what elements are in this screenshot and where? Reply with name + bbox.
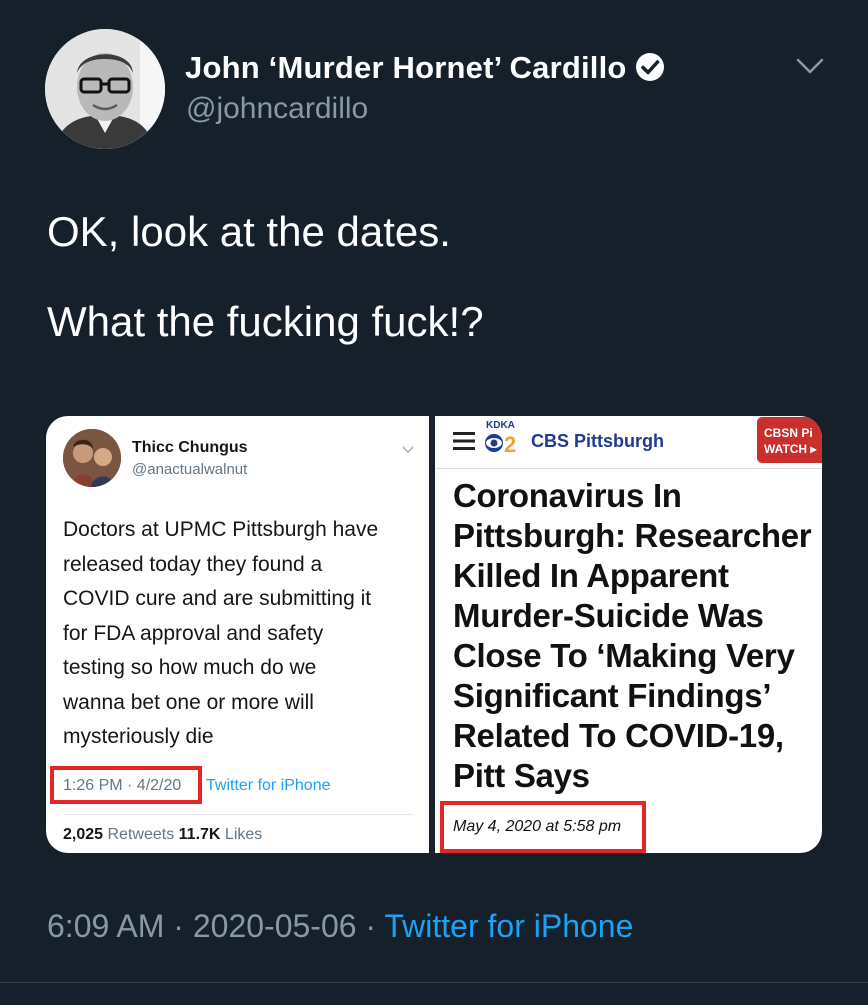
tweet-text-line: OK, look at the dates.: [47, 208, 451, 255]
hamburger-menu-icon: [453, 431, 475, 451]
divider: [0, 982, 868, 983]
embedded-text-line: COVID cure and are submitting it: [63, 587, 372, 610]
headline-line: Coronavirus In: [453, 477, 682, 514]
retweet-count: 2,025: [63, 826, 104, 843]
author-avatar[interactable]: [45, 29, 165, 149]
embedded-avatar: [63, 429, 121, 487]
headline-line: Pitt Says: [453, 757, 590, 794]
author-display-name[interactable]: John ‘Murder Hornet’ Cardillo: [185, 50, 627, 85]
tweet-meta: 6:09 AM · 2020-05-06 · Twitter for iPhon…: [47, 908, 633, 945]
author-photo: [45, 29, 165, 149]
headline-line: Murder-Suicide Was: [453, 597, 764, 634]
tweet-time[interactable]: 6:09 AM: [47, 908, 164, 944]
embedded-handle: @anactualwalnut: [132, 461, 248, 478]
headline-line: Related To COVID-19,: [453, 717, 784, 754]
embedded-stats: 2,025 Retweets 11.7K Likes: [63, 826, 262, 844]
retweet-label: Retweets: [107, 826, 175, 843]
cbsn-watch-button[interactable]: CBSN Pi WATCH ▸: [757, 417, 822, 463]
embedded-tweet-text: Doctors at UPMC Pittsburgh have released…: [63, 513, 415, 755]
embedded-text-line: wanna bet one or more will: [63, 690, 314, 714]
embedded-text-line: for FDA approval and safety: [63, 621, 324, 645]
station-number-text: 2: [504, 432, 516, 456]
headline-line: Close To ‘Making Very: [453, 637, 795, 674]
highlight-box: [440, 801, 646, 853]
embedded-text-line: released today they found a: [63, 552, 323, 576]
meta-separator: ·: [356, 908, 385, 944]
headline-line: Significant Findings’: [453, 677, 772, 714]
embedded-source: Twitter for iPhone: [206, 777, 331, 794]
tweet-source-link[interactable]: Twitter for iPhone: [384, 908, 633, 944]
brand-name: CBS Pittsburgh: [531, 431, 664, 451]
media-image-embedded-tweet[interactable]: Thicc Chungus @anactualwalnut Doctors at…: [46, 416, 429, 853]
kdka-logo-icon: KDKA 2: [483, 418, 528, 457]
headline-line: Killed In Apparent: [453, 557, 729, 594]
embedded-text-line: Doctors at UPMC Pittsburgh have: [63, 518, 379, 541]
media-image-news-article[interactable]: KDKA 2 CBS Pittsburgh CBSN Pi WATCH ▸ Co…: [435, 416, 822, 853]
chevron-down-icon: [796, 58, 824, 74]
tweet-text-line: What the fucking fuck!?: [47, 298, 484, 345]
cbsn-button-line: CBSN Pi: [764, 426, 813, 440]
article-headline: Coronavirus In Pittsburgh: Researcher Ki…: [453, 476, 812, 796]
verified-badge-icon: [635, 52, 665, 90]
divider: [435, 468, 822, 469]
embedded-text-line: mysteriously die: [63, 725, 214, 748]
embedded-display-name: Thicc Chungus: [132, 439, 248, 456]
highlight-box: [50, 766, 202, 804]
chevron-down-icon: [401, 442, 415, 454]
tweet-date[interactable]: 2020-05-06: [193, 908, 357, 944]
tweet-media-grid: Thicc Chungus @anactualwalnut Doctors at…: [46, 416, 822, 853]
tweet-menu-button[interactable]: [790, 52, 830, 82]
author-handle[interactable]: @johncardillo: [186, 92, 368, 126]
like-count: 11.7K: [178, 826, 221, 843]
station-logo-text: KDKA: [486, 420, 515, 431]
divider: [63, 814, 413, 815]
cbsn-button-line: WATCH ▸: [764, 442, 817, 456]
headline-line: Pittsburgh: Researcher: [453, 517, 812, 554]
like-label: Likes: [224, 826, 263, 843]
author-name-row[interactable]: John ‘Murder Hornet’ Cardillo: [185, 50, 665, 90]
meta-separator: ·: [164, 908, 193, 944]
embedded-text-line: testing so how much do we: [63, 656, 317, 679]
